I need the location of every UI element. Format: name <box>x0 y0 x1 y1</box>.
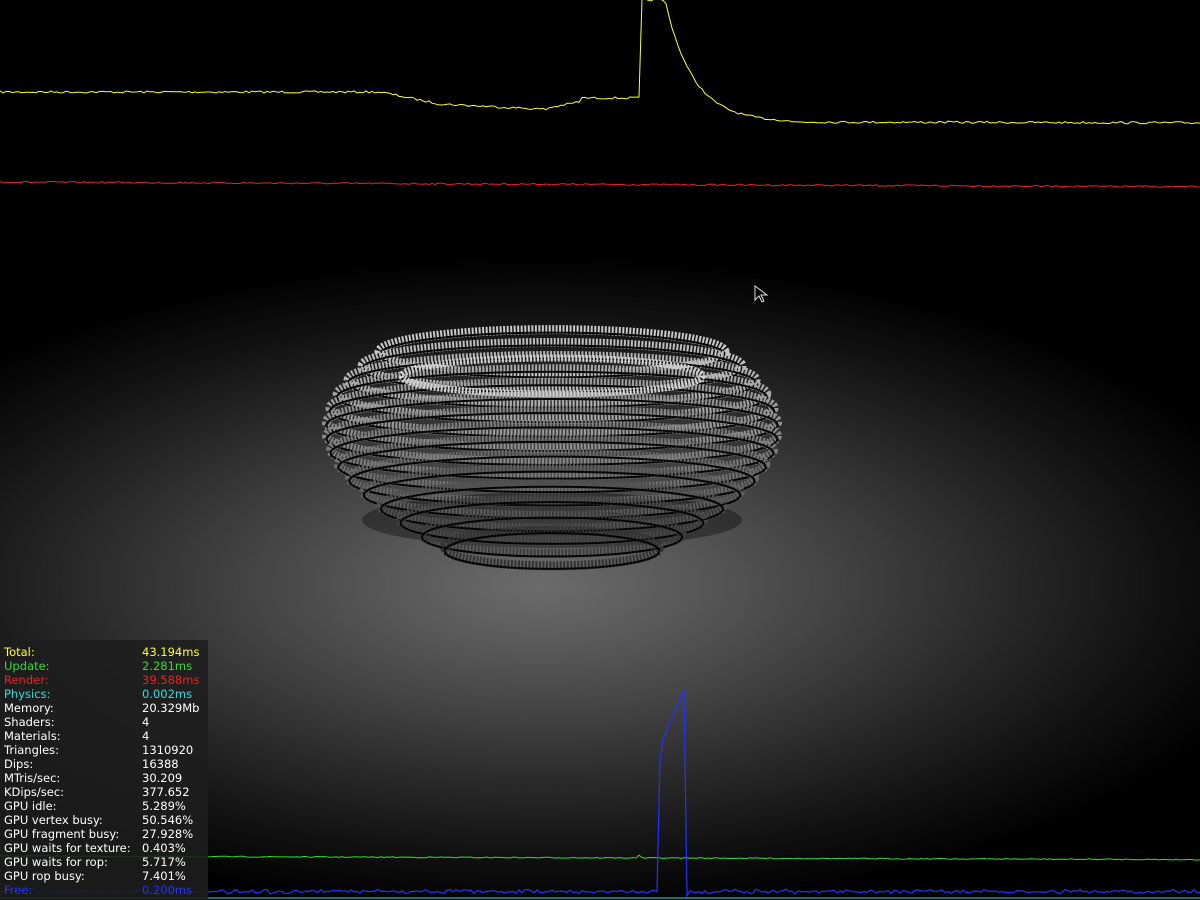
stat-row: Total: 43.194ms <box>0 645 208 659</box>
stat-row: Memory: 20.329Mb <box>0 701 208 715</box>
stat-value: 7.401% <box>142 869 186 883</box>
stat-label: Dips: <box>4 757 34 771</box>
stat-row: Update: 2.281ms <box>0 659 208 673</box>
stat-label: GPU waits for rop: <box>4 855 108 869</box>
stat-label: Render: <box>4 673 49 687</box>
total-time-line <box>0 0 1200 125</box>
stat-row: GPU waits for rop: 5.717% <box>0 855 208 869</box>
render-time-line <box>0 180 1200 188</box>
mouse-cursor-icon <box>754 285 769 303</box>
stat-value: 4 <box>142 715 150 729</box>
stat-row: Physics: 0.002ms <box>0 687 208 701</box>
stat-value: 0.002ms <box>142 687 193 701</box>
stat-row: Shaders: 4 <box>0 715 208 729</box>
stat-value: 377.652 <box>142 785 190 799</box>
stat-label: Materials: <box>4 729 61 743</box>
stat-value: 30.209 <box>142 771 183 785</box>
stat-row: GPU rop busy: 7.401% <box>0 869 208 883</box>
stat-label: Triangles: <box>4 743 60 757</box>
stat-row: Dips: 16388 <box>0 757 208 771</box>
stat-row: Render: 39.588ms <box>0 673 208 687</box>
stat-value: 5.717% <box>142 855 186 869</box>
stat-row: Triangles: 1310920 <box>0 743 208 757</box>
stat-row: GPU idle: 5.289% <box>0 799 208 813</box>
stat-label: GPU fragment busy: <box>4 827 120 841</box>
stat-value: 2.281ms <box>142 659 193 673</box>
stat-label: Free: <box>4 883 33 897</box>
stat-label: GPU rop busy: <box>4 869 85 883</box>
stat-label: Update: <box>4 659 50 673</box>
stat-label: Shaders: <box>4 715 55 729</box>
stat-value: 0.403% <box>142 841 186 855</box>
stat-value: 43.194ms <box>142 645 200 659</box>
stat-label: MTris/sec: <box>4 771 61 785</box>
stat-row: GPU fragment busy: 27.928% <box>0 827 208 841</box>
stat-row: KDips/sec: 377.652 <box>0 785 208 799</box>
stat-label: GPU vertex busy: <box>4 813 103 827</box>
stat-value: 5.289% <box>142 799 186 813</box>
stat-label: GPU idle: <box>4 799 57 813</box>
stat-row: Materials: 4 <box>0 729 208 743</box>
stat-value: 1310920 <box>142 743 194 757</box>
stat-value: 27.928% <box>142 827 194 841</box>
stat-label: GPU waits for texture: <box>4 841 131 855</box>
stat-value: 4 <box>142 729 150 743</box>
stat-value: 16388 <box>142 757 179 771</box>
stat-value: 20.329Mb <box>142 701 200 715</box>
stat-label: Physics: <box>4 687 51 701</box>
stat-row: GPU waits for texture: 0.403% <box>0 841 208 855</box>
stat-row: MTris/sec: 30.209 <box>0 771 208 785</box>
stat-value: 39.588ms <box>142 673 200 687</box>
stat-label: Memory: <box>4 701 54 715</box>
stat-row: GPU vertex busy: 50.546% <box>0 813 208 827</box>
stat-value: 50.546% <box>142 813 194 827</box>
stat-value: 0.200ms <box>142 883 193 897</box>
stat-label: Total: <box>4 645 35 659</box>
stat-row: Free: 0.200ms <box>0 883 208 897</box>
render-viewport[interactable]: Total: 43.194ms Update: 2.281ms Render: 39.58… <box>0 0 1200 900</box>
stat-label: KDips/sec: <box>4 785 65 799</box>
profiler-stats-panel: Total: 43.194ms Update: 2.281ms Render: 39.58… <box>0 640 208 900</box>
